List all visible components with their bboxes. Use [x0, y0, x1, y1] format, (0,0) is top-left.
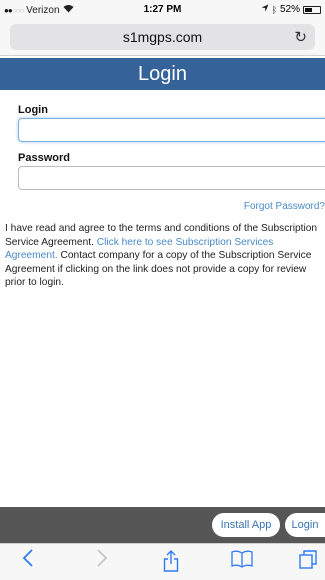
chevron-left-icon[interactable]: [22, 548, 34, 574]
chevron-right-icon[interactable]: [96, 548, 108, 574]
reload-icon[interactable]: ↻: [294, 28, 307, 46]
install-app-button[interactable]: Install App: [212, 513, 280, 537]
battery-fill: [305, 7, 313, 12]
url-text: s1mgps.com: [122, 29, 203, 45]
login-label: Login: [18, 104, 48, 116]
browser-toolbar: [0, 543, 325, 580]
forgot-password-link[interactable]: Forgot Password?: [244, 201, 325, 212]
share-icon[interactable]: [163, 550, 179, 572]
password-input[interactable]: [18, 166, 325, 190]
status-bar: ●●○○○ Verizon 1:27 PM ᛒ 52%: [0, 0, 325, 20]
book-icon[interactable]: [231, 550, 253, 568]
login-input[interactable]: [18, 118, 325, 142]
terms-text: I have read and agree to the terms and c…: [5, 222, 325, 290]
location-icon: [261, 4, 269, 15]
bluetooth-icon: ᛒ: [271, 4, 277, 15]
tabs-icon[interactable]: [299, 550, 317, 570]
url-field[interactable]: s1mgps.com ↻: [10, 24, 315, 50]
battery-icon: [303, 5, 321, 14]
login-button[interactable]: Login: [285, 513, 325, 537]
battery-percent: 52%: [279, 4, 300, 15]
app-bar: Install App Login: [0, 507, 325, 543]
browser-address-bar: s1mgps.com ↻: [0, 20, 325, 56]
password-label: Password: [18, 152, 70, 164]
status-right: ᛒ 52%: [261, 4, 321, 15]
page-header: Login: [0, 58, 325, 90]
page-title: Login: [138, 63, 187, 85]
